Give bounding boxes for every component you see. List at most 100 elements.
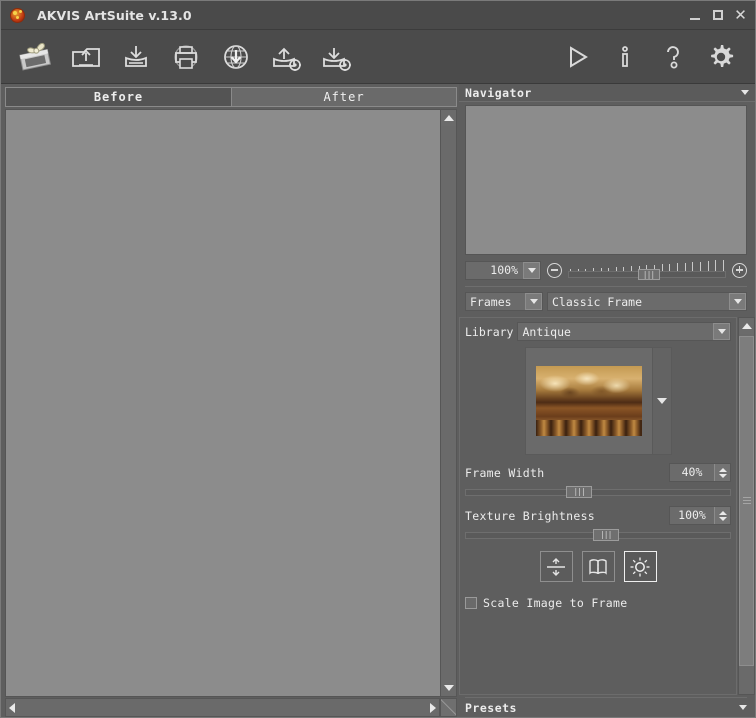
texture-brightness-slider[interactable] [465, 529, 731, 541]
tab-after[interactable]: After [232, 87, 457, 107]
canvas-horizontal-scrollbar-row [5, 698, 457, 717]
zoom-out-icon[interactable] [547, 262, 562, 278]
frame-width-slider[interactable] [465, 486, 731, 498]
akvis-ball-icon [9, 6, 27, 24]
navigator-title: Navigator [465, 85, 532, 100]
canvas-wrapper [5, 109, 457, 697]
publish-web-icon[interactable] [211, 35, 261, 79]
save-preset-icon[interactable] [311, 35, 361, 79]
library-value: Antique [522, 324, 571, 339]
texture-brightness-spinner[interactable]: 100% [669, 506, 731, 525]
mirror-horizontal-icon[interactable] [581, 551, 615, 582]
chevron-down-icon[interactable] [741, 90, 749, 95]
category-dropdown-button[interactable] [525, 293, 542, 310]
title-bar: AKVIS ArtSuite v.13.0 ✕ [1, 1, 755, 30]
effect-category-value: Frames [470, 294, 512, 309]
effect-style-value: Classic Frame [552, 294, 643, 309]
library-dropdown[interactable]: Antique [517, 322, 731, 341]
thumbnail-next-button[interactable] [652, 347, 672, 455]
texture-brightness-stepper[interactable] [714, 507, 730, 524]
close-button[interactable]: ✕ [730, 4, 751, 26]
right-panel: Navigator 100% ||| Frames Classic Frame … [457, 84, 755, 717]
style-dropdown-button[interactable] [729, 293, 746, 310]
navigator-preview[interactable] [465, 105, 747, 255]
panel-divider [465, 286, 747, 287]
brightness-sun-icon[interactable] [623, 551, 657, 582]
settings-scroll-up-button[interactable] [739, 318, 754, 334]
load-preset-icon[interactable] [261, 35, 311, 79]
texture-brightness-value: 100% [678, 508, 706, 522]
settings-scroll-area: Library Antique Frame Width 40% ||| Text… [459, 317, 755, 695]
application-window: AKVIS ArtSuite v.13.0 ✕ Before After Nav… [0, 0, 756, 718]
presets-chevron-down-icon[interactable] [739, 705, 747, 710]
frame-width-header: Frame Width 40% [465, 463, 731, 482]
frame-transform-buttons [465, 551, 731, 582]
settings-scroll-track[interactable] [739, 666, 754, 694]
scale-image-checkbox[interactable] [465, 597, 477, 609]
texture-brightness-thumb[interactable] [592, 529, 619, 541]
frame-width-stepper[interactable] [714, 464, 730, 481]
scroll-up-button[interactable] [441, 110, 456, 126]
presets-header[interactable]: Presets [465, 697, 747, 717]
effect-category-dropdown[interactable]: Frames [465, 292, 543, 311]
zoom-slider-thumb[interactable] [637, 269, 660, 280]
zoom-slider[interactable] [568, 260, 726, 280]
scroll-track-vertical[interactable] [441, 126, 456, 680]
main-body: Before After Navigator 100% ||| Frames C… [1, 84, 755, 717]
zoom-level-value: 100% [490, 263, 518, 277]
effect-selectors: Frames Classic Frame [465, 292, 747, 311]
maximize-button[interactable] [707, 4, 728, 26]
save-image-icon[interactable] [111, 35, 161, 79]
settings-scroll-thumb[interactable] [739, 336, 754, 666]
zoom-controls: 100% [465, 260, 747, 280]
texture-brightness-label: Texture Brightness [465, 508, 596, 523]
settings-vertical-scrollbar[interactable] [738, 317, 755, 695]
window-title: AKVIS ArtSuite v.13.0 [37, 7, 192, 23]
image-canvas[interactable] [5, 109, 440, 697]
settings-panel: Library Antique Frame Width 40% ||| Text… [459, 317, 737, 695]
run-play-icon[interactable] [553, 35, 601, 79]
effect-style-dropdown[interactable]: Classic Frame [547, 292, 747, 311]
frame-thumbnail-box[interactable] [524, 347, 653, 455]
library-row: Library Antique [465, 322, 731, 341]
flip-vertical-icon[interactable] [539, 551, 573, 582]
scroll-down-button[interactable] [441, 680, 456, 696]
frame-width-value: 40% [681, 465, 703, 479]
window-controls: ✕ [684, 4, 751, 26]
library-dropdown-button[interactable] [713, 323, 730, 340]
print-image-icon[interactable] [161, 35, 211, 79]
info-icon[interactable] [601, 35, 649, 79]
library-label: Library [465, 324, 514, 339]
help-icon[interactable] [649, 35, 697, 79]
image-area: Before After [1, 84, 457, 717]
scroll-right-button[interactable] [430, 702, 436, 713]
zoom-dropdown-button[interactable] [523, 261, 540, 279]
scale-image-row[interactable]: Scale Image to Frame [465, 596, 731, 610]
presets-title: Presets [465, 700, 517, 715]
zoom-in-icon[interactable] [732, 262, 747, 278]
settings-filler [465, 610, 731, 694]
scale-image-label: Scale Image to Frame [483, 596, 628, 610]
frame-width-thumb[interactable] [566, 486, 593, 498]
canvas-horizontal-scrollbar[interactable] [5, 698, 440, 717]
frame-width-control: Frame Width 40% [465, 463, 731, 498]
frame-width-label: Frame Width [465, 465, 545, 480]
zoom-level-field[interactable]: 100% [465, 260, 541, 280]
scroll-left-button[interactable] [9, 702, 15, 713]
resize-grip[interactable] [440, 698, 457, 717]
antique-frame-thumbnail[interactable] [535, 366, 642, 436]
frame-width-spinner[interactable]: 40% [669, 463, 731, 482]
open-image-icon[interactable] [61, 35, 111, 79]
texture-brightness-control: Texture Brightness 100% [465, 506, 731, 541]
image-tabs: Before After [5, 87, 457, 107]
canvas-vertical-scrollbar[interactable] [440, 109, 457, 697]
main-toolbar [1, 30, 755, 84]
tab-before[interactable]: Before [5, 87, 232, 107]
new-frame-gift-icon[interactable] [11, 35, 61, 79]
minimize-button[interactable] [684, 4, 705, 26]
texture-brightness-header: Texture Brightness 100% [465, 506, 731, 525]
frame-thumbnail-area [465, 347, 731, 455]
preferences-gear-icon[interactable] [697, 35, 745, 79]
frame-width-track[interactable] [465, 489, 731, 496]
navigator-header[interactable]: Navigator [459, 84, 755, 102]
